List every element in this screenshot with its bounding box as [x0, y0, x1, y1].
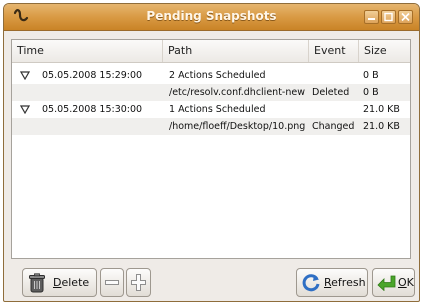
add-button[interactable]: [126, 268, 151, 297]
close-button[interactable]: [398, 10, 413, 24]
close-icon: [401, 12, 410, 22]
minus-icon: [105, 280, 119, 285]
row-size: 21.0 KB: [363, 104, 400, 115]
row-event: Deleted: [312, 87, 350, 98]
refresh-label-post: efresh: [331, 276, 366, 289]
pending-snapshots-window: Pending Snapshots Time Path Event Size 0…: [3, 3, 420, 302]
delete-button-label: Delete: [53, 276, 89, 289]
row-size: 0 B: [363, 70, 379, 81]
plus-icon: [131, 274, 146, 291]
row-size: 21.0 KB: [363, 121, 400, 132]
column-header-event-label: Event: [314, 44, 346, 57]
row-path: 1 Actions Scheduled: [169, 104, 266, 115]
column-header-path-label: Path: [168, 44, 193, 57]
triangle-down-icon[interactable]: [20, 71, 30, 80]
column-header-time-label: Time: [17, 44, 44, 57]
column-header-event[interactable]: Event: [309, 40, 359, 62]
delete-button[interactable]: Delete: [22, 268, 97, 297]
delete-label-post: elete: [61, 276, 90, 289]
row-time: 05.05.2008 15:30:00: [42, 104, 143, 115]
table-row[interactable]: /etc/resolv.conf.dhclient-new Deleted 0 …: [12, 84, 410, 101]
ok-button-label: OK: [398, 276, 414, 289]
title-bar[interactable]: Pending Snapshots: [4, 4, 419, 31]
window-title: Pending Snapshots: [146, 9, 277, 23]
column-header-path[interactable]: Path: [163, 40, 309, 62]
table-row[interactable]: 05.05.2008 15:30:00 1 Actions Scheduled …: [12, 101, 410, 118]
ok-label-post: K: [406, 276, 414, 289]
column-header-size[interactable]: Size: [359, 40, 410, 62]
column-header-size-label: Size: [364, 44, 387, 57]
green-arrow-icon: [377, 275, 396, 291]
maximize-icon: [384, 12, 393, 22]
ok-label-mnemonic: O: [398, 276, 407, 289]
remove-button[interactable]: [100, 268, 124, 297]
column-header-time[interactable]: Time: [12, 40, 163, 62]
refresh-icon: [302, 274, 320, 292]
table-row[interactable]: 05.05.2008 15:29:00 2 Actions Scheduled …: [12, 67, 410, 84]
ok-button[interactable]: OK: [372, 268, 415, 297]
row-event: Changed: [312, 121, 355, 132]
trash-icon: [29, 273, 45, 293]
row-path: 2 Actions Scheduled: [169, 70, 266, 81]
maximize-button[interactable]: [381, 10, 396, 24]
refresh-button[interactable]: Refresh: [296, 268, 368, 297]
table-row[interactable]: /home/floeff/Desktop/10.png Changed 21.0…: [12, 118, 410, 135]
triangle-down-icon[interactable]: [20, 105, 30, 114]
row-path: /home/floeff/Desktop/10.png: [169, 121, 306, 132]
refresh-button-label: Refresh: [324, 276, 366, 289]
row-time: 05.05.2008 15:29:00: [42, 70, 143, 81]
list-header: Time Path Event Size: [12, 40, 410, 63]
minimize-icon: [368, 18, 375, 20]
minimize-button[interactable]: [364, 10, 379, 24]
row-path: /etc/resolv.conf.dhclient-new: [169, 87, 305, 98]
snapshot-list[interactable]: Time Path Event Size 05.05.2008 15:29:00…: [11, 39, 411, 259]
row-size: 0 B: [363, 87, 379, 98]
